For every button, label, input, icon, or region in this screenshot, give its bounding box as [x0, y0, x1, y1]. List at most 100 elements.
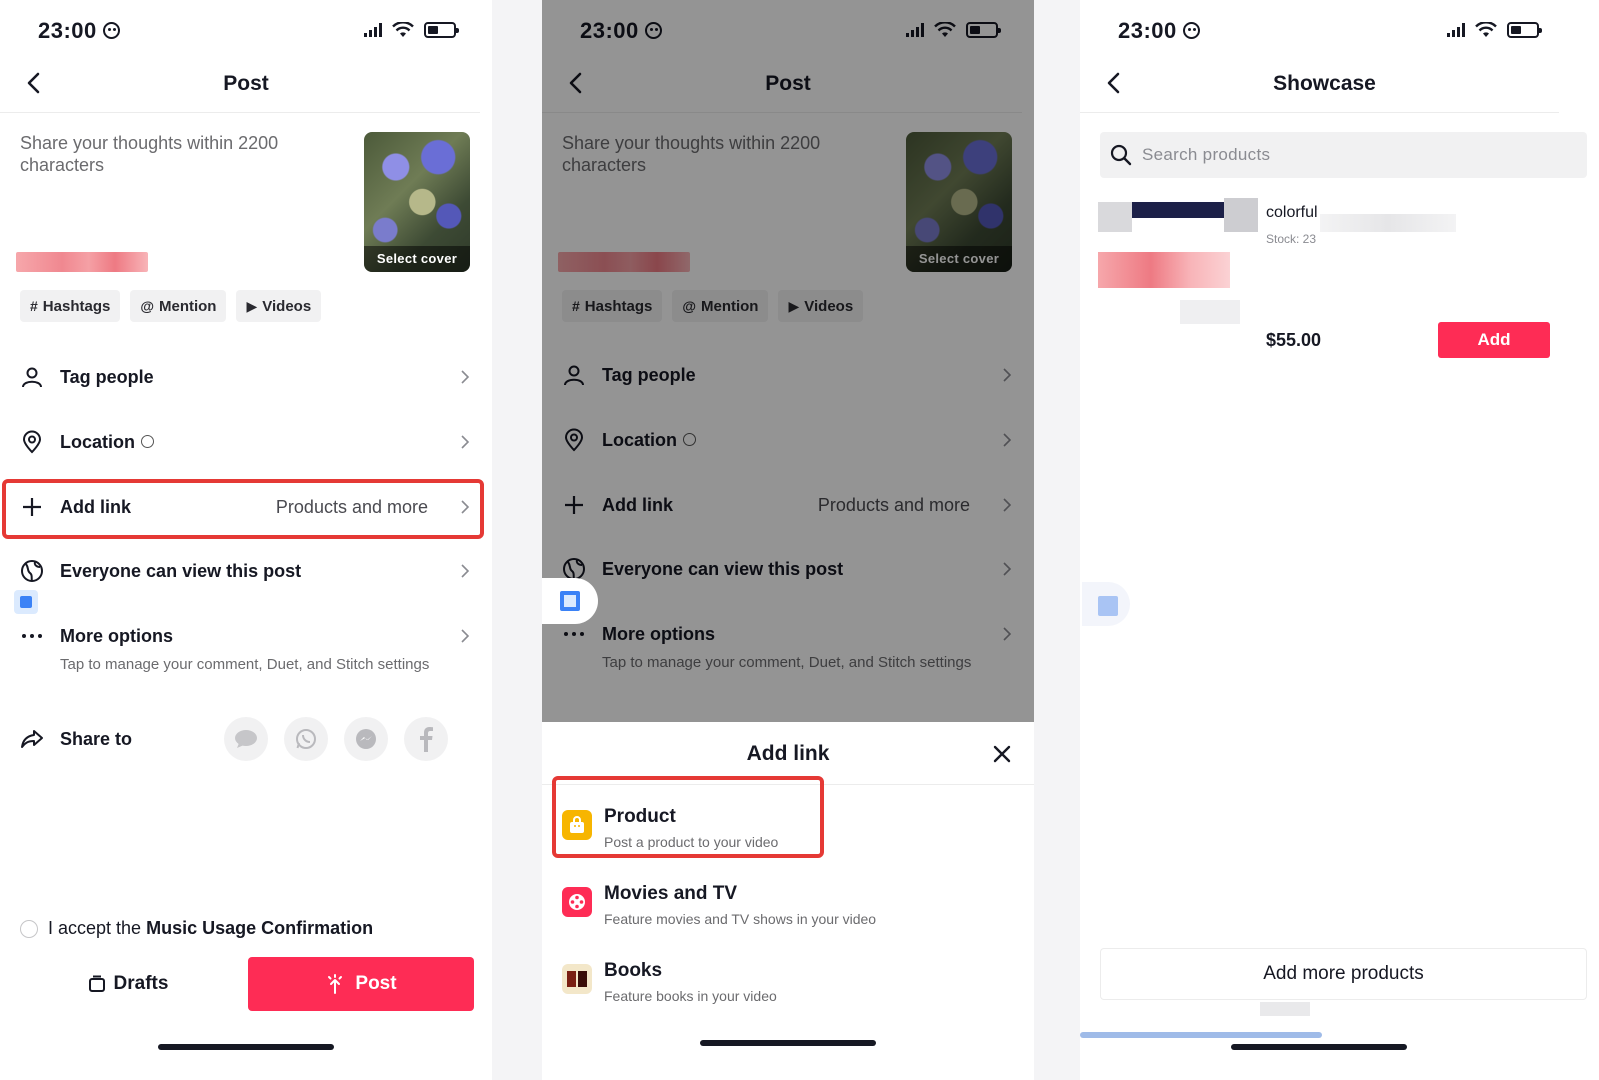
whatsapp-icon[interactable] — [284, 717, 328, 761]
location-pin-icon — [22, 430, 42, 454]
tag-people-row[interactable]: Tag people — [0, 352, 472, 402]
chevron-right-icon — [461, 564, 470, 578]
privacy-label: Everyone can view this post — [60, 560, 302, 581]
at-sign-icon: @ — [140, 298, 154, 314]
privacy-row[interactable]: Everyone can view this post — [0, 546, 472, 596]
add-more-products-button[interactable]: Add more products — [1100, 948, 1587, 1000]
messenger-icon[interactable] — [344, 717, 388, 761]
location-label: Location — [60, 431, 135, 452]
wifi-icon — [1475, 22, 1497, 37]
product-stock: Stock: 23 — [1266, 232, 1317, 246]
focus-mode-icon — [1182, 22, 1200, 39]
sheet-title: Add link — [746, 742, 830, 765]
tag-people-label: Tag people — [60, 366, 154, 387]
info-icon[interactable] — [141, 434, 154, 448]
floating-widget-icon[interactable] — [542, 578, 598, 624]
redacted-block — [1260, 1002, 1310, 1016]
post-screen: 23:00 Post Share your thoughts within 22… — [0, 0, 492, 1080]
drafts-button[interactable]: Drafts — [20, 957, 236, 1011]
product-name: colorful — [1266, 204, 1318, 221]
top-nav: Post — [0, 64, 492, 104]
sparkle-icon — [328, 974, 343, 994]
music-usage-confirmation[interactable]: I accept the Music Usage Confirmation — [20, 918, 373, 939]
books-option[interactable]: Books Feature books in your video — [562, 954, 1014, 1024]
showcase-screen: 23:00 Showcase Search products colorful … — [1080, 0, 1599, 1080]
redacted-text-block — [16, 252, 148, 272]
header-divider — [0, 112, 480, 113]
floating-widget-icon[interactable] — [1082, 582, 1130, 626]
accept-radio[interactable] — [20, 919, 38, 938]
panel-gap — [492, 0, 542, 1080]
wifi-icon — [392, 22, 414, 37]
hashtag-icon: # — [30, 298, 38, 314]
more-options-label: More options — [60, 625, 173, 646]
home-indicator — [700, 1040, 876, 1046]
mention-chip[interactable]: @ Mention — [130, 290, 227, 322]
facebook-icon[interactable] — [404, 717, 448, 761]
product-image-redacted — [1098, 252, 1230, 288]
product-price: $55.00 — [1266, 330, 1322, 350]
cellular-signal-icon — [364, 23, 382, 37]
movies-tv-option-title: Movies and TV — [604, 883, 738, 904]
status-time: 23:00 — [1118, 18, 1177, 43]
hashtags-chip[interactable]: # Hashtags — [20, 290, 121, 322]
location-row[interactable]: Location — [0, 417, 472, 467]
chevron-right-icon — [461, 435, 470, 449]
video-cover-thumbnail[interactable]: Select cover — [364, 132, 470, 272]
film-reel-icon — [562, 887, 592, 917]
search-placeholder: Search products — [1142, 145, 1271, 164]
share-to-label: Share to — [60, 728, 133, 749]
product-image-blur — [1180, 300, 1240, 324]
home-indicator — [1230, 1044, 1407, 1050]
drafts-icon — [88, 975, 105, 992]
music-usage-link[interactable]: Music Usage Confirmation — [146, 918, 373, 938]
product-search-field[interactable]: Search products — [1100, 132, 1587, 178]
decorative-blur-line — [1080, 1032, 1322, 1038]
books-option-subtitle: Feature books in your video — [604, 988, 777, 1004]
add-product-button[interactable]: Add — [1438, 322, 1550, 358]
panel-gap — [1034, 0, 1080, 1080]
status-bar: 23:00 — [0, 14, 492, 46]
page-title: Post — [223, 72, 269, 95]
product-image — [1098, 198, 1258, 234]
header-divider — [1080, 112, 1559, 113]
search-icon — [1110, 144, 1132, 166]
page-title: Showcase — [1273, 72, 1376, 95]
product-name-redacted — [1320, 214, 1456, 232]
home-indicator — [158, 1044, 334, 1050]
message-bubble-icon[interactable] — [224, 717, 268, 761]
select-cover-label: Select cover — [364, 246, 470, 272]
more-options-row[interactable]: More options Tap to manage your comment,… — [0, 611, 472, 673]
books-option-title: Books — [604, 960, 663, 981]
post-button[interactable]: Post — [248, 957, 474, 1011]
person-icon — [22, 367, 42, 388]
status-time: 23:00 — [38, 18, 97, 43]
battery-icon — [424, 22, 459, 38]
more-options-description: Tap to manage your comment, Duet, and St… — [60, 656, 430, 673]
status-bar: 23:00 — [1080, 14, 1599, 46]
caption-input[interactable]: Share your thoughts within 2200 characte… — [20, 132, 340, 176]
movies-tv-option[interactable]: Movies and TV Feature movies and TV show… — [562, 877, 1014, 947]
battery-icon — [1507, 22, 1542, 38]
add-link-highlight-box — [2, 479, 484, 539]
share-to-row: Share to — [0, 714, 472, 764]
modal-backdrop[interactable] — [542, 0, 1034, 722]
caption-chips: # Hashtags @ Mention ▶ Videos — [20, 290, 322, 322]
add-link-sheet-screen: 23:00 Post Share your thoughts within 22… — [542, 0, 1034, 1080]
focus-mode-icon — [102, 22, 120, 39]
close-icon[interactable] — [992, 744, 1012, 764]
movies-tv-option-subtitle: Feature movies and TV shows in your vide… — [604, 911, 877, 927]
top-nav: Showcase — [1080, 64, 1599, 104]
play-circle-icon: ▶ — [246, 297, 258, 314]
globe-icon — [21, 560, 43, 582]
more-dots-icon — [22, 634, 42, 638]
chevron-right-icon — [461, 370, 470, 384]
book-icon — [562, 964, 592, 994]
accept-prefix: I accept the — [48, 918, 142, 938]
cellular-signal-icon — [1447, 23, 1465, 37]
share-targets — [224, 717, 448, 761]
drafts-label: Drafts — [113, 973, 169, 994]
product-highlight-box — [552, 776, 824, 858]
videos-chip[interactable]: ▶ Videos — [236, 290, 322, 322]
post-label: Post — [355, 973, 397, 994]
